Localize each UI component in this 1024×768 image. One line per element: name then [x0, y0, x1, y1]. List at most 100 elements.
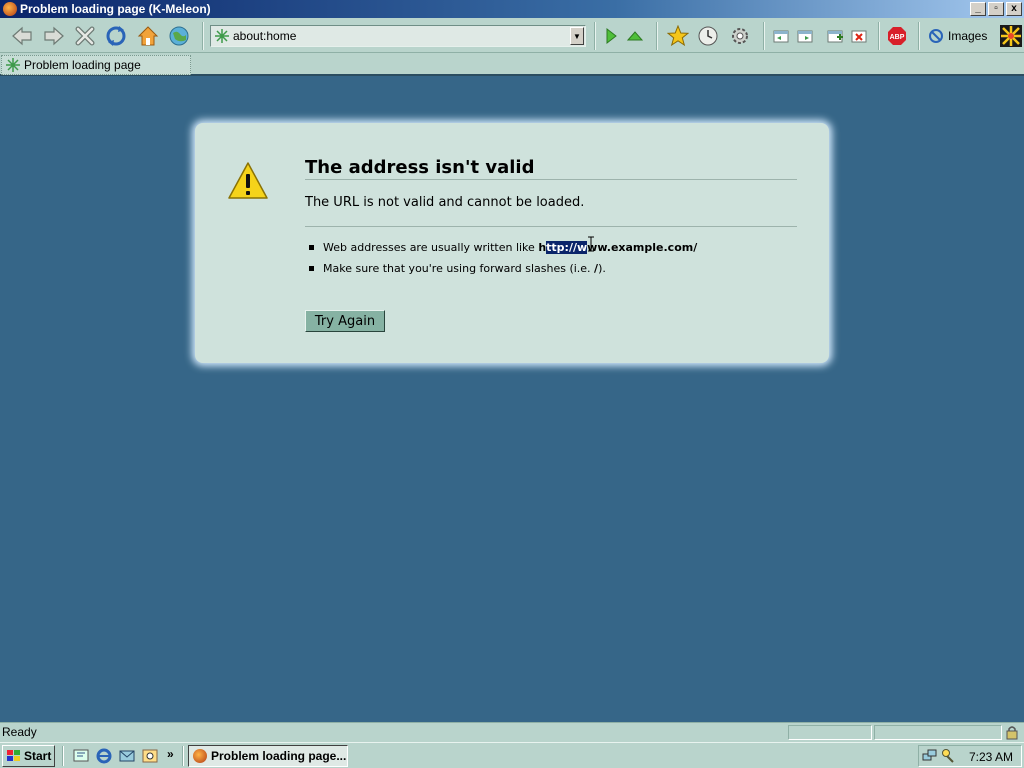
error-title: The address isn't valid — [305, 157, 535, 178]
throbber-logo — [998, 23, 1024, 49]
selected-text: ttp://w — [546, 241, 588, 254]
adblock-button[interactable]: ABP — [884, 23, 910, 49]
clock: 7:23 AM — [968, 750, 1013, 764]
security-lock-icon — [1006, 726, 1018, 740]
tab-problem-loading-page[interactable]: Problem loading page — [1, 55, 191, 75]
window-next-icon — [797, 30, 813, 43]
forward-button[interactable] — [41, 23, 67, 49]
quicklaunch-chevron[interactable]: » — [167, 747, 174, 761]
error-description: The URL is not valid and cannot be loade… — [305, 195, 585, 210]
start-button[interactable]: Start — [2, 745, 55, 767]
start-label: Start — [24, 749, 52, 763]
forward-arrow-icon — [44, 26, 64, 46]
maximize-button[interactable]: ▫ — [988, 2, 1004, 16]
taskbar-task-kmeleon[interactable]: Problem loading page... — [188, 745, 348, 767]
show-desktop-icon[interactable] — [72, 747, 90, 765]
go-play-icon — [606, 27, 617, 45]
window-prev-icon — [773, 30, 789, 43]
home-button[interactable] — [135, 23, 161, 49]
toolbar-separator — [594, 22, 596, 50]
reload-icon — [106, 26, 126, 46]
suggestion-text: ). — [598, 262, 606, 275]
kmeleon-app-icon[interactable] — [3, 2, 17, 16]
tab-favicon-icon — [6, 58, 20, 72]
new-window-icon — [827, 30, 843, 43]
window-title: Problem loading page (K-Meleon) — [20, 2, 211, 16]
try-again-button[interactable]: Try Again — [305, 310, 385, 332]
key-tray-icon[interactable] — [941, 748, 955, 764]
clock-icon — [698, 26, 718, 46]
toolbar-separator — [656, 22, 658, 50]
system-tray: 7:23 AM — [918, 745, 1022, 767]
title-bar: Problem loading page (K-Meleon) _ ▫ x — [0, 0, 1024, 18]
kmeleon-throbber-icon — [1000, 25, 1022, 47]
stop-button[interactable] — [72, 23, 98, 49]
title-divider — [305, 179, 797, 180]
layer-next-button[interactable] — [792, 23, 818, 49]
tab-strip: Problem loading page — [0, 54, 1024, 76]
close-window-icon — [851, 30, 867, 43]
new-layer-button[interactable] — [822, 23, 848, 49]
error-page-container: The address isn't valid The URL is not v… — [195, 123, 829, 363]
status-pane — [874, 725, 1002, 740]
gear-icon — [732, 28, 748, 44]
task-label: Problem loading page... — [211, 749, 347, 763]
kmeleon-home-button[interactable] — [166, 23, 192, 49]
close-layer-button[interactable] — [846, 23, 872, 49]
windows-logo-icon — [7, 750, 20, 761]
status-pane — [788, 725, 872, 740]
suggestion-text: Make sure that you're using forward slas… — [323, 262, 595, 275]
suggestion-text: Web addresses are usually written like — [323, 241, 539, 254]
reload-button[interactable] — [103, 23, 129, 49]
images-label: Images — [948, 29, 988, 43]
stop-x-icon — [75, 26, 95, 46]
toolbar-separator — [878, 22, 880, 50]
up-button[interactable] — [622, 23, 648, 49]
warning-icon — [228, 162, 268, 199]
history-button[interactable] — [695, 23, 721, 49]
images-icon — [929, 29, 943, 43]
outlook-express-icon[interactable] — [118, 747, 136, 765]
toolbar-separator — [918, 22, 920, 50]
taskbar-separator — [62, 746, 64, 766]
internet-explorer-icon[interactable] — [95, 747, 113, 765]
error-suggestions-list: Web addresses are usually written like h… — [309, 241, 697, 283]
toolbar-separator — [763, 22, 765, 50]
adblock-abp-icon: ABP — [888, 27, 906, 45]
text-cursor-icon — [588, 236, 594, 252]
suggestion-web-address: Web addresses are usually written like h… — [309, 241, 697, 262]
windows-taskbar: Start » Problem loading page... 7:23 AM — [0, 742, 1024, 768]
svg-text:ABP: ABP — [890, 34, 905, 41]
page-content: The address isn't valid The URL is not v… — [0, 76, 1024, 722]
url-input[interactable] — [233, 29, 570, 43]
url-dropdown-button[interactable]: ▼ — [570, 27, 584, 45]
back-arrow-icon — [12, 26, 32, 46]
example-url-part: ww.example.com/ — [587, 241, 698, 254]
globe-icon — [169, 26, 189, 46]
page-favicon-icon — [215, 29, 229, 43]
tab-label: Problem loading page — [24, 58, 141, 72]
kmeleon-task-icon — [193, 749, 207, 763]
up-arrow-icon — [626, 31, 644, 41]
go-button[interactable] — [598, 23, 624, 49]
star-icon — [667, 25, 689, 47]
suggestion-forward-slashes: Make sure that you're using forward slas… — [309, 262, 697, 283]
url-bar[interactable]: ▼ — [210, 25, 586, 47]
network-tray-icon[interactable] — [922, 748, 938, 764]
minimize-button[interactable]: _ — [970, 2, 986, 16]
home-icon — [137, 26, 159, 46]
bookmarks-button[interactable] — [665, 23, 691, 49]
preferences-button[interactable] — [727, 23, 753, 49]
example-url[interactable]: http://www.example.com/ — [538, 241, 697, 254]
example-url-part: h — [538, 241, 547, 254]
taskbar-separator — [182, 746, 184, 766]
back-button[interactable] — [9, 23, 35, 49]
explorer-search-icon[interactable] — [141, 747, 159, 765]
navigation-toolbar: ▼ ABP Images — [0, 18, 1024, 53]
toolbar-separator — [202, 22, 204, 50]
close-button[interactable]: x — [1006, 2, 1022, 16]
layer-prev-button[interactable] — [768, 23, 794, 49]
images-toggle-button[interactable]: Images — [928, 26, 987, 46]
status-text: Ready — [2, 725, 37, 739]
dropdown-arrow-icon: ▼ — [573, 31, 581, 41]
